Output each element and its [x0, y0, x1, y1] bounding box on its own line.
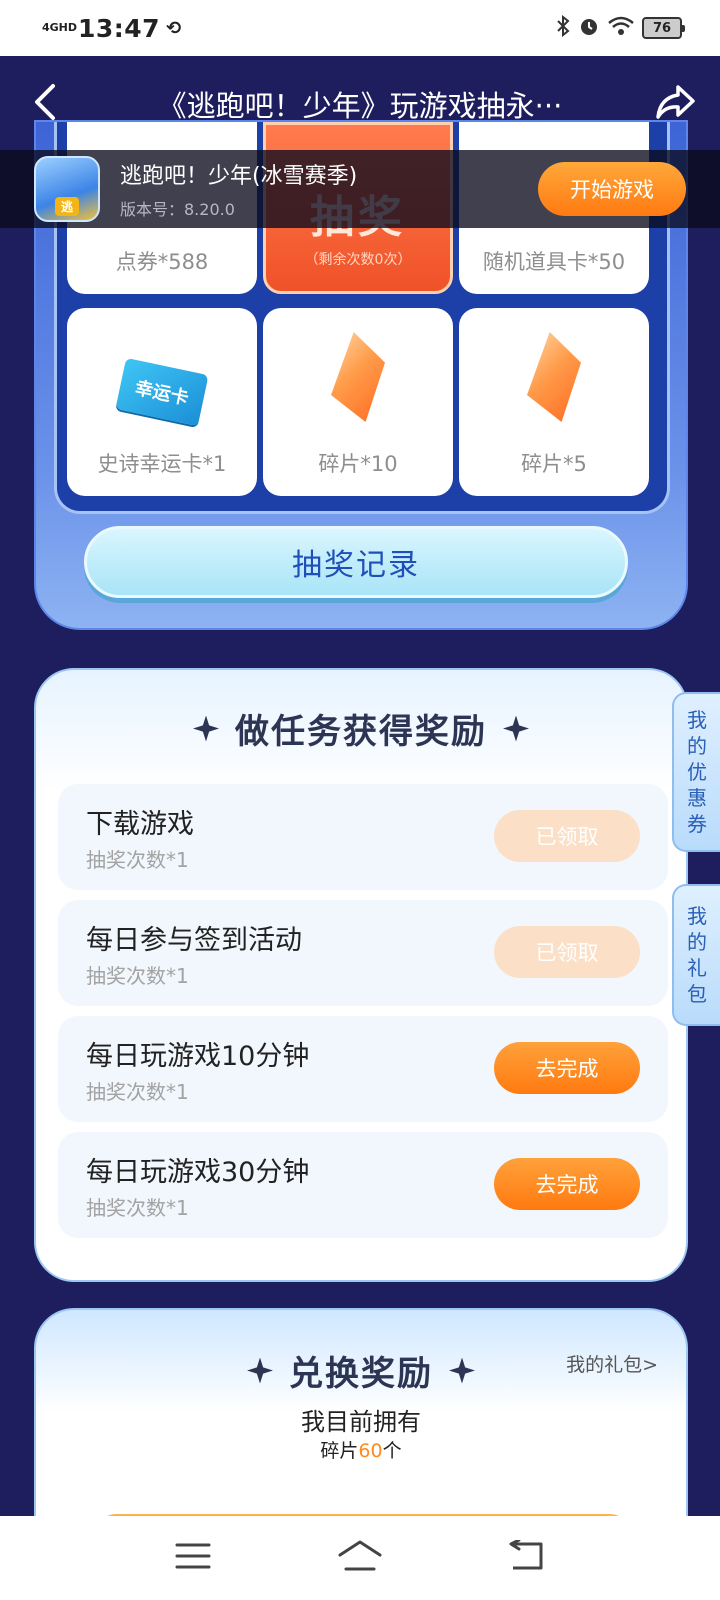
task-row: 每日玩游戏30分钟 抽奖次数*1 去完成: [58, 1132, 668, 1238]
shard-count-value: 60: [358, 1440, 383, 1462]
sync-icon: ⟲: [166, 17, 182, 39]
status-icons: 76: [556, 14, 685, 42]
my-gifts-tab[interactable]: 我 的 礼 包: [672, 884, 720, 1026]
prize-cell: 碎片*10: [263, 308, 453, 496]
prize-label: 史诗幸运卡*1: [97, 452, 227, 476]
status-bar: 4GHD 13:47 ⟲ 76: [0, 0, 720, 56]
game-version: 版本号：8.20.0: [120, 200, 235, 219]
task-name: 每日玩游戏30分钟: [86, 1157, 310, 1188]
share-icon: [655, 84, 695, 124]
tab-char: 包: [687, 982, 707, 1006]
task-row: 每日参与签到活动 抽奖次数*1 已领取: [58, 900, 668, 1006]
battery-icon: 76: [642, 17, 685, 39]
menu-button[interactable]: [163, 1528, 223, 1588]
wifi-icon: [608, 16, 634, 41]
prize-cell: 碎片*5: [459, 308, 649, 496]
tab-char: 我: [687, 708, 707, 732]
shard-count-suffix: 个: [382, 1440, 402, 1462]
tab-char: 的: [687, 930, 707, 954]
task-reward: 抽奖次数*1: [86, 1196, 189, 1220]
shard-icon: [331, 332, 385, 422]
system-back-button[interactable]: [497, 1528, 557, 1588]
game-app-icon: 逃: [34, 156, 100, 222]
task-reward: 抽奖次数*1: [86, 1080, 189, 1104]
tab-char: 惠: [687, 786, 707, 810]
bluetooth-icon: [556, 14, 570, 42]
task-row: 下载游戏 抽奖次数*1 已领取: [58, 784, 668, 890]
tasks-title-text: 做任务获得奖励: [235, 712, 487, 752]
prize-label: 点券*588: [115, 250, 209, 274]
task-go-button[interactable]: 去完成: [494, 1158, 640, 1210]
sparkle-icon: [247, 1357, 273, 1384]
prize-label: 随机道具卡*50: [482, 250, 626, 274]
prize-cell: 幸运卡 史诗幸运卡*1: [67, 308, 257, 496]
shard-count: 碎片60个: [36, 1436, 686, 1463]
prize-label: 碎片*5: [521, 452, 587, 476]
shard-count-prefix: 碎片: [320, 1440, 359, 1462]
game-name: 逃跑吧！少年(冰雪赛季): [120, 164, 358, 189]
home-icon: [336, 1539, 384, 1577]
my-gifts-link[interactable]: 我的礼包>: [566, 1350, 658, 1377]
home-button[interactable]: [330, 1528, 390, 1588]
exchange-title-text: 兑换奖励: [289, 1354, 433, 1394]
chevron-left-icon: [33, 83, 57, 125]
system-nav-bar: [0, 1516, 720, 1600]
task-reward: 抽奖次数*1: [86, 964, 189, 988]
shard-icon: [527, 332, 581, 422]
task-name: 每日玩游戏10分钟: [86, 1041, 310, 1072]
game-icon-tag: 逃: [54, 197, 79, 216]
tab-char: 的: [687, 734, 707, 758]
task-name: 下载游戏: [86, 809, 194, 840]
task-claimed-button[interactable]: 已领取: [494, 810, 640, 862]
back-icon: [507, 1538, 547, 1576]
game-banner: 逃 逃跑吧！少年(冰雪赛季) 版本号：8.20.0 开始游戏: [0, 150, 720, 228]
lucky-card-image: 幸运卡: [115, 357, 209, 427]
start-game-button[interactable]: 开始游戏: [538, 162, 686, 216]
task-reward: 抽奖次数*1: [86, 848, 189, 872]
tasks-panel: 做任务获得奖励 下载游戏 抽奖次数*1 已领取 每日参与签到活动 抽奖次数*1 …: [34, 668, 688, 1282]
tab-char: 券: [687, 812, 707, 836]
task-claimed-button[interactable]: 已领取: [494, 926, 640, 978]
task-go-button[interactable]: 去完成: [494, 1042, 640, 1094]
game-info: 逃跑吧！少年(冰雪赛季) 版本号：8.20.0: [120, 158, 357, 220]
sparkle-icon: [503, 715, 529, 742]
tasks-title: 做任务获得奖励: [36, 704, 686, 753]
page-title: 《逃跑吧！少年》玩游戏抽永···: [157, 89, 563, 123]
task-name: 每日参与签到活动: [86, 925, 302, 956]
tab-char: 我: [687, 904, 707, 928]
tab-char: 礼: [687, 956, 707, 980]
network-indicator: 4GHD: [42, 21, 78, 34]
my-coupons-tab[interactable]: 我 的 优 惠 券: [672, 692, 720, 852]
menu-icon: [175, 1542, 211, 1574]
exchange-panel: 兑换奖励 我的礼包> 我目前拥有 碎片60个: [34, 1308, 688, 1538]
status-time: 13:47: [78, 13, 161, 43]
sparkle-icon: [449, 1357, 475, 1384]
own-title: 我目前拥有: [301, 1408, 421, 1436]
task-row: 每日玩游戏10分钟 抽奖次数*1 去完成: [58, 1016, 668, 1122]
sparkle-icon: [193, 715, 219, 742]
prize-label: 碎片*10: [318, 452, 398, 476]
lottery-record-button[interactable]: 抽奖记录: [84, 526, 628, 598]
tab-char: 优: [687, 760, 707, 784]
alarm-icon: [578, 15, 600, 42]
remaining-count: （剩余次数0次）: [304, 252, 412, 268]
